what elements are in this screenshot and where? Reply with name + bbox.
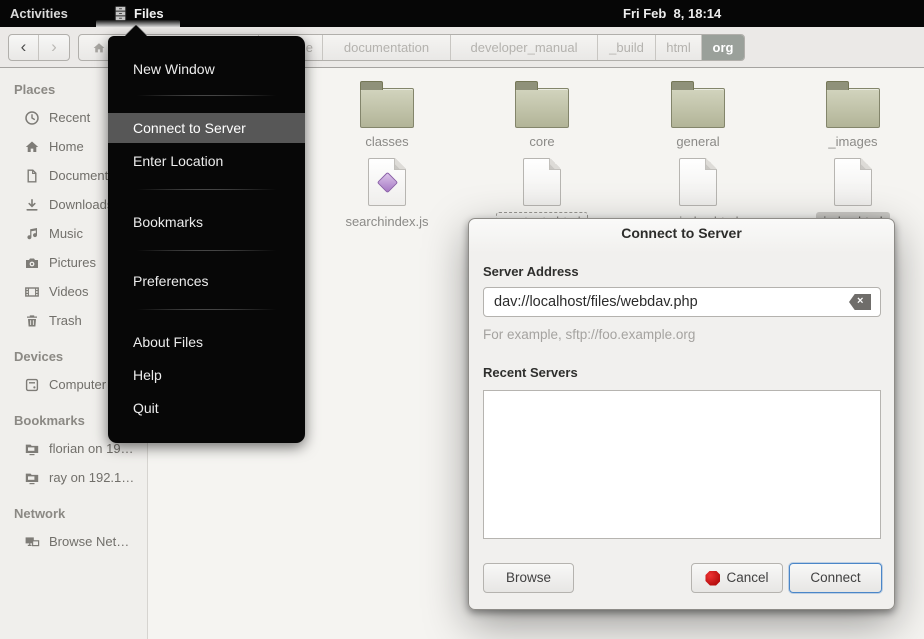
activities-button[interactable]: Activities [10,0,68,27]
files-app-menu-button[interactable]: Files [96,0,180,27]
connect-button[interactable]: Connect [789,563,882,593]
script-file-icon [368,158,406,206]
sidebar-item-label: Documents [49,168,115,183]
clock[interactable]: Fri Feb 8, 18:14 [623,0,721,27]
server-address-input[interactable] [483,287,881,317]
clear-glyph: × [857,295,863,307]
app-menu-label: Files [134,6,164,21]
html-file-icon [834,158,872,206]
music-note-icon [24,226,40,242]
breadcrumb-developer-manual[interactable]: developer_manual [451,35,598,60]
html-file-icon [523,158,561,206]
recent-servers-list[interactable] [483,390,881,539]
folder-label: general [669,132,726,151]
file-label: searchindex.js [338,212,435,231]
home-icon [24,139,40,155]
menu-item-preferences[interactable]: Preferences [108,266,305,296]
sidebar-item-label: Recent [49,110,90,125]
breadcrumb-org-current[interactable]: org [702,35,744,60]
browse-button-label: Browse [506,564,551,592]
camera-icon [24,255,40,271]
folder-icon [826,88,880,128]
menu-item-bookmarks[interactable]: Bookmarks [108,207,305,237]
cancel-button[interactable]: Cancel [691,563,783,593]
folder-icon [360,88,414,128]
trash-icon [24,313,40,329]
server-address-hint: For example, sftp://foo.example.org [483,327,695,342]
folder-label: classes [358,132,415,151]
download-icon [24,197,40,213]
file-cabinet-icon [112,5,129,22]
files-app-menu-popup: New Window Connect to Server Enter Locat… [108,36,305,443]
sidebar-item-label: ray on 192.1… [49,470,134,485]
menu-separator [128,250,285,251]
film-icon [24,284,40,300]
document-icon [24,168,40,184]
menu-separator [128,95,285,96]
sidebar-item-label: Videos [49,284,89,299]
sidebar-item-browse-network[interactable]: Browse Net… [0,527,147,556]
top-bar: Activities Files Fri Feb 8, 18:14 [0,0,924,27]
network-icon [24,534,40,550]
file-searchindex-js[interactable]: searchindex.js [322,156,452,231]
sidebar-item-label: Home [49,139,84,154]
remote-folder-icon [24,441,40,457]
folder-classes[interactable]: classes [322,78,452,151]
html-file-icon [679,158,717,206]
sidebar-item-label: Browse Net… [49,534,129,549]
sidebar-item-ray[interactable]: ray on 192.1… [0,463,147,492]
recent-servers-label: Recent Servers [483,365,578,380]
dialog-title: Connect to Server [469,225,894,241]
menu-item-new-window[interactable]: New Window [108,54,305,84]
sidebar-item-label: Trash [49,313,82,328]
clock-icon [24,110,40,126]
sidebar-item-label: Computer [49,377,106,392]
menu-item-connect-to-server[interactable]: Connect to Server [108,113,305,143]
connect-button-label: Connect [810,564,860,592]
menu-item-help[interactable]: Help [108,360,305,390]
server-address-label: Server Address [483,264,579,279]
sidebar-heading-network: Network [14,506,147,521]
sidebar-item-label: florian on 19… [49,441,134,456]
home-icon [92,41,106,55]
sidebar-item-label: Pictures [49,255,96,270]
folder-images[interactable]: _images [788,78,918,151]
forward-button[interactable]: › [39,35,69,60]
folder-core[interactable]: core [477,78,607,151]
sidebar-item-label: Downloads [49,197,113,212]
remote-folder-icon [24,470,40,486]
folder-label: _images [821,132,884,151]
connect-to-server-dialog: Connect to Server Server Address × For e… [468,218,895,610]
breadcrumb-build[interactable]: _build [598,35,656,60]
menu-item-about-files[interactable]: About Files [108,327,305,357]
cancel-button-label: Cancel [726,564,768,592]
folder-general[interactable]: general [633,78,763,151]
drive-icon [24,377,40,393]
browse-button[interactable]: Browse [483,563,574,593]
screen: Activities Files Fri Feb 8, 18:14 ‹ › H [0,0,924,639]
script-emblem-icon [377,172,398,193]
menu-item-enter-location[interactable]: Enter Location [108,146,305,176]
menu-separator [128,309,285,310]
stop-icon [705,571,720,586]
sidebar-item-label: Music [49,226,83,241]
breadcrumb-html[interactable]: html [656,35,702,60]
folder-icon [671,88,725,128]
menu-arrow-icon [125,25,147,36]
breadcrumb-documentation[interactable]: documentation [323,35,451,60]
nav-button-group: ‹ › [8,34,70,61]
menu-separator [128,189,285,190]
back-button[interactable]: ‹ [9,35,39,60]
folder-label: core [522,132,561,151]
folder-icon [515,88,569,128]
menu-item-quit[interactable]: Quit [108,393,305,423]
